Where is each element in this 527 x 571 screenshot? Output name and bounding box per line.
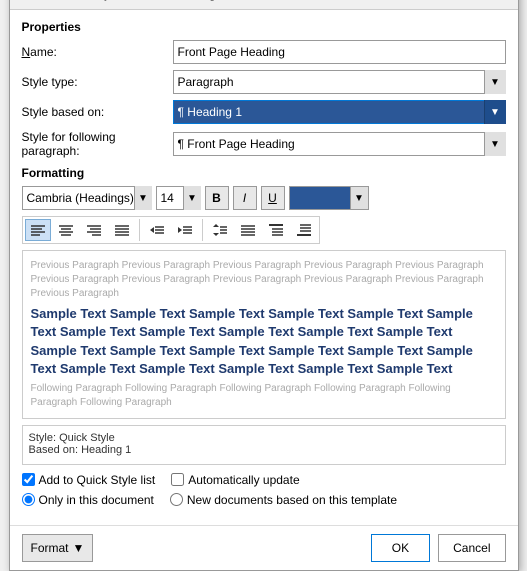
title-bar-controls: ? ✕ xyxy=(462,0,508,3)
name-row: Name: xyxy=(22,40,506,64)
preview-box: Previous Paragraph Previous Paragraph Pr… xyxy=(22,250,506,419)
line-spacing-1-button[interactable] xyxy=(207,219,233,241)
style-following-row: Style for following paragraph: ¶ Front P… xyxy=(22,130,506,158)
format-button[interactable]: Format ▼ xyxy=(22,534,94,562)
color-arrow-icon: ▼ xyxy=(350,187,368,209)
style-type-row: Style type: Paragraph ▼ xyxy=(22,70,506,94)
bottom-row: Format ▼ OK Cancel xyxy=(10,525,518,570)
new-docs-label[interactable]: New documents based on this template xyxy=(170,493,397,507)
align-left-button[interactable] xyxy=(25,219,51,241)
indent-decrease-icon xyxy=(149,223,165,237)
add-to-quick-style-checkbox[interactable] xyxy=(22,473,35,486)
ok-button[interactable]: OK xyxy=(371,534,430,562)
align-right-button[interactable] xyxy=(81,219,107,241)
cancel-button[interactable]: Cancel xyxy=(438,534,505,562)
style-based-select-wrap: ¶ Heading 1 ▼ xyxy=(173,100,506,124)
indent-increase-icon xyxy=(177,223,193,237)
checkbox-row: Add to Quick Style list Automatically up… xyxy=(22,473,506,487)
name-label: Name: xyxy=(22,45,167,59)
spacing-before-button[interactable] xyxy=(263,219,289,241)
radio-row: Only in this document New documents base… xyxy=(22,493,506,507)
auto-update-label[interactable]: Automatically update xyxy=(171,473,299,487)
size-select-wrap: 14 ▼ xyxy=(156,186,201,210)
line-spacing-1-icon xyxy=(212,223,228,237)
indent-decrease-button[interactable] xyxy=(144,219,170,241)
new-docs-radio[interactable] xyxy=(170,493,183,506)
style-description-box: Style: Quick Style Based on: Heading 1 xyxy=(22,425,506,465)
style-based-row: Style based on: ¶ Heading 1 ▼ xyxy=(22,100,506,124)
style-following-label: Style for following paragraph: xyxy=(22,130,167,158)
align-center-icon xyxy=(58,223,74,237)
preview-prev-text: Previous Paragraph Previous Paragraph Pr… xyxy=(31,259,497,301)
style-based-label: Style based on: xyxy=(22,105,167,119)
underline-button[interactable]: U xyxy=(261,186,285,210)
formatting-section: Formatting Cambria (Headings) ▼ 14 ▼ B I… xyxy=(22,166,506,465)
align-left-icon xyxy=(30,223,46,237)
spacing-after-button[interactable] xyxy=(291,219,317,241)
spacing-before-icon xyxy=(268,223,284,237)
align-justify-button[interactable] xyxy=(109,219,135,241)
help-button[interactable]: ? xyxy=(462,0,482,3)
style-based-select[interactable]: ¶ Heading 1 xyxy=(173,100,506,124)
right-buttons: OK Cancel xyxy=(371,534,506,562)
only-doc-radio[interactable] xyxy=(22,493,35,506)
style-following-select-wrap: ¶ Front Page Heading ▼ xyxy=(173,132,506,156)
title-bar: Create New Style from Formatting ? ✕ xyxy=(10,0,518,10)
preview-next-text: Following Paragraph Following Paragraph … xyxy=(31,382,497,410)
font-select[interactable]: Cambria (Headings) xyxy=(22,186,152,210)
indent-increase-button[interactable] xyxy=(172,219,198,241)
font-select-wrap: Cambria (Headings) ▼ xyxy=(22,186,152,210)
align-justify-icon xyxy=(114,223,130,237)
only-doc-label[interactable]: Only in this document xyxy=(22,493,154,507)
font-row: Cambria (Headings) ▼ 14 ▼ B I U ▼ xyxy=(22,186,506,210)
create-style-dialog: Create New Style from Formatting ? ✕ Pro… xyxy=(9,0,519,571)
style-following-select[interactable]: ¶ Front Page Heading xyxy=(173,132,506,156)
dialog-title: Create New Style from Formatting xyxy=(20,0,217,1)
align-center-button[interactable] xyxy=(53,219,79,241)
color-picker-button[interactable]: ▼ xyxy=(289,186,369,210)
line-spacing-2-icon xyxy=(240,223,256,237)
align-right-icon xyxy=(86,223,102,237)
name-input[interactable] xyxy=(173,40,506,64)
dialog-body: Properties Name: Style type: Paragraph ▼… xyxy=(10,10,518,525)
style-desc-line2: Based on: Heading 1 xyxy=(29,444,499,456)
style-desc-line1: Style: Quick Style xyxy=(29,432,499,444)
spacing-after-icon xyxy=(296,223,312,237)
properties-label: Properties xyxy=(22,20,506,34)
style-type-select-wrap: Paragraph ▼ xyxy=(173,70,506,94)
close-button[interactable]: ✕ xyxy=(488,0,508,3)
add-to-quick-style-label[interactable]: Add to Quick Style list xyxy=(22,473,156,487)
alignment-toolbar xyxy=(22,216,320,244)
line-spacing-2-button[interactable] xyxy=(235,219,261,241)
formatting-label: Formatting xyxy=(22,166,506,180)
preview-sample-text: Sample Text Sample Text Sample Text Samp… xyxy=(31,305,497,378)
style-type-select[interactable]: Paragraph xyxy=(173,70,506,94)
bold-button[interactable]: B xyxy=(205,186,229,210)
style-type-label: Style type: xyxy=(22,75,167,89)
italic-button[interactable]: I xyxy=(233,186,257,210)
auto-update-checkbox[interactable] xyxy=(171,473,184,486)
size-select[interactable]: 14 xyxy=(156,186,201,210)
